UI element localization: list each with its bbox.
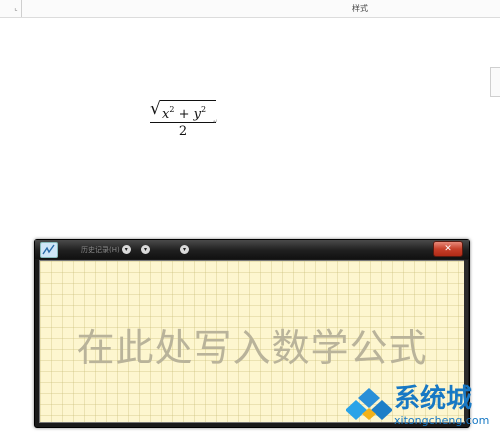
ribbon-group-label-styles: 样式 [352,4,368,13]
watermark-logo-icon [346,388,392,420]
menu-3[interactable]: ▾ [178,245,189,255]
document-formula[interactable]: √ x2 + y2 2 [150,97,220,143]
menu-2[interactable]: ▾ [139,245,150,255]
chevron-down-icon: ▾ [141,245,150,254]
chevron-down-icon: ▾ [180,245,189,254]
ribbon-dialog-launcher-icon[interactable]: ⌞ [11,4,21,13]
canvas-placeholder-text: 在此处写入数学公式 [76,326,428,370]
chevron-down-icon: ▾ [121,245,131,254]
close-icon: ✕ [444,244,452,254]
math-input-panel-app-icon [40,242,58,258]
formula-radicand: x2 + y2 [162,105,207,122]
watermark-text: 系统城 [394,384,473,414]
ribbon-strip: ⌞ 样式 [0,0,500,18]
page-edge-marker [490,67,500,97]
site-watermark: 系统城 xitongcheng.com [346,380,496,432]
paragraph-mark: ↵ [213,118,219,125]
ribbon-divider [21,0,22,17]
close-button[interactable]: ✕ [433,241,463,257]
watermark-url: xitongcheng.com [394,414,490,427]
math-input-panel-titlebar[interactable]: 历史记录(H) ▾ ▾ ▾ ✕ [35,240,469,259]
formula-radical: √ x2 + y2 [150,97,216,122]
formula-denominator: 2 [178,124,188,139]
menu-history[interactable]: 历史记录(H) ▾ [81,245,131,255]
